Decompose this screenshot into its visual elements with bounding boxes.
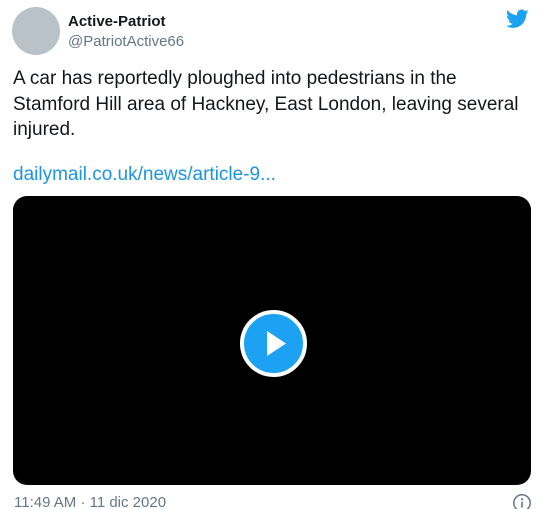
article-link[interactable]: dailymail.co.uk/news/article-9... xyxy=(13,162,276,187)
author-block[interactable]: Active-Patriot @PatriotActive66 xyxy=(68,13,184,51)
info-icon[interactable] xyxy=(512,493,532,509)
author-handle[interactable]: @PatriotActive66 xyxy=(68,33,184,51)
author-display-name[interactable]: Active-Patriot xyxy=(68,13,184,31)
play-button[interactable] xyxy=(240,310,307,377)
tweet-timestamp[interactable]: 11:49 AM · 11 dic 2020 xyxy=(14,494,166,509)
play-icon xyxy=(267,331,286,356)
avatar[interactable] xyxy=(12,7,60,55)
twitter-bird-icon[interactable] xyxy=(506,9,529,29)
tweet-text: A car has reportedly ploughed into pedes… xyxy=(13,68,519,140)
tweet-card: Active-Patriot @PatriotActive66 A car ha… xyxy=(0,0,544,509)
